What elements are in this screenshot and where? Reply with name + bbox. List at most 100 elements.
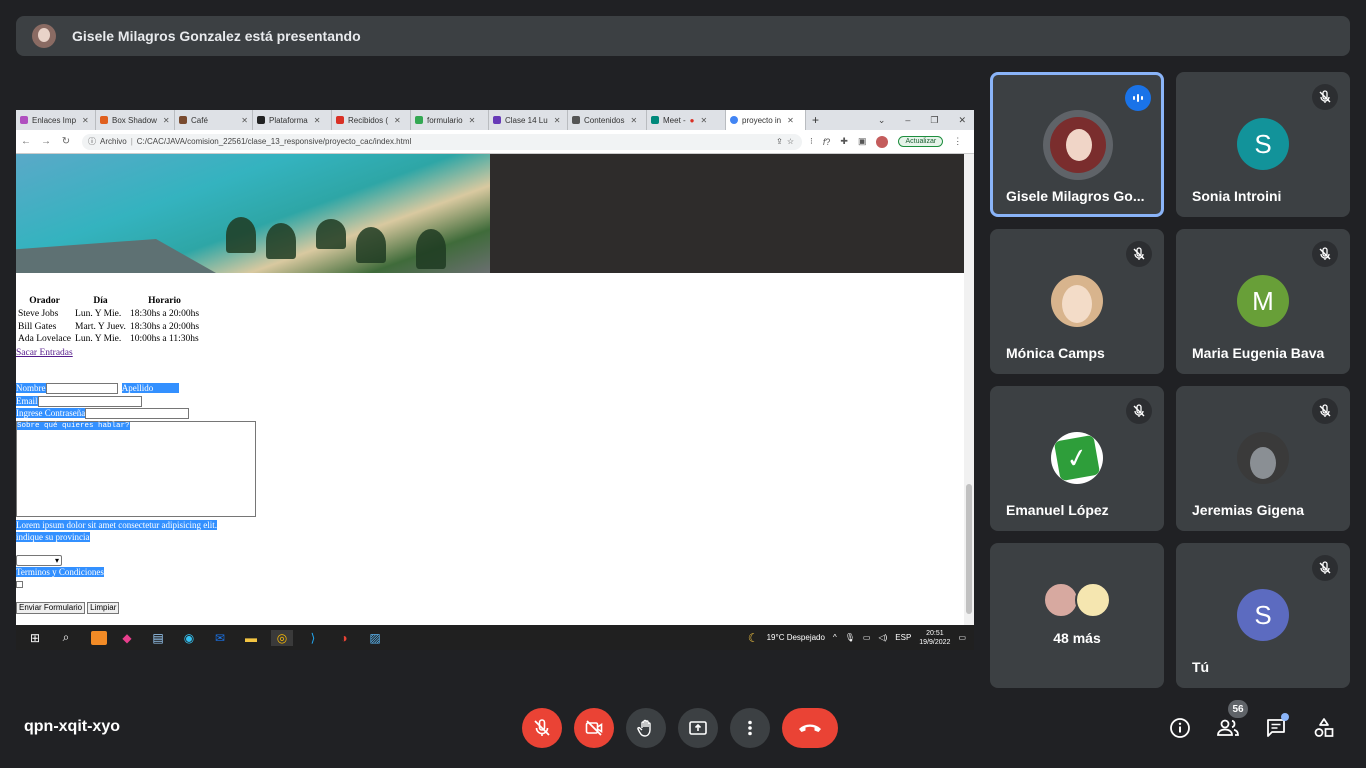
search-icon[interactable]: ⌕: [55, 630, 77, 646]
more-options-button[interactable]: [730, 708, 770, 748]
vscode-icon[interactable]: ⟩: [302, 630, 324, 646]
browser-tab[interactable]: Clase 14 Lu ✕: [489, 110, 568, 130]
buy-tickets-link[interactable]: Sacar Entradas: [16, 348, 73, 358]
activities-button[interactable]: [1308, 712, 1340, 744]
sidebar-icon[interactable]: ▣: [858, 136, 867, 147]
close-window-icon[interactable]: ✕: [958, 115, 966, 126]
tab-close-icon[interactable]: ✕: [314, 116, 321, 125]
browser-tab[interactable]: Recibidos (✕: [332, 110, 411, 130]
tab-search-icon[interactable]: ⌄: [878, 115, 886, 126]
language-indicator[interactable]: ESP: [895, 633, 911, 642]
network-icon[interactable]: ▭: [863, 633, 871, 642]
tab-close-icon[interactable]: ✕: [469, 116, 476, 125]
meeting-details-button[interactable]: [1164, 712, 1196, 744]
provincia-select[interactable]: Salta ▾: [16, 555, 63, 566]
app-icon[interactable]: ▤: [147, 630, 169, 646]
maximize-icon[interactable]: ❐: [930, 115, 938, 126]
tab-close-icon[interactable]: ✕: [163, 116, 170, 125]
chrome-icon[interactable]: ◎: [271, 629, 293, 646]
dark-panel: [490, 154, 964, 273]
mic-off-icon: [1312, 84, 1338, 110]
extension-icon[interactable]: ⁝: [810, 136, 813, 147]
app-icon[interactable]: ◑: [333, 630, 355, 646]
terms-checkbox[interactable]: [16, 581, 23, 589]
bookmark-star-icon[interactable]: ☆: [787, 137, 794, 146]
leave-call-button[interactable]: [782, 708, 838, 748]
photos-icon[interactable]: ▨: [364, 630, 386, 646]
submit-button[interactable]: Enviar Formulario: [16, 602, 86, 614]
browser-tab[interactable]: Café ✕: [175, 110, 253, 130]
more-avatars: [1043, 582, 1113, 618]
file-explorer-icon[interactable]: ▬: [240, 630, 262, 646]
clock[interactable]: 20:51 19/9/2022: [919, 629, 950, 647]
tab-close-icon[interactable]: ✕: [554, 116, 561, 125]
participant-tile[interactable]: Mónica Camps: [990, 229, 1164, 374]
volume-icon[interactable]: ◁): [878, 633, 887, 642]
address-bar[interactable]: ⓘ Archivo | C:/CAC/JAVA/comision_22561/c…: [82, 133, 802, 150]
activities-icon: [1314, 718, 1334, 737]
kebab-menu-icon[interactable]: ⋮: [953, 136, 962, 147]
reset-button[interactable]: Limpiar: [87, 602, 120, 614]
provincia-label: indique su provincia: [16, 532, 90, 542]
tab-favicon-icon: [100, 116, 108, 124]
share-icon[interactable]: ⇪: [776, 137, 783, 146]
new-tab-button[interactable]: +: [806, 110, 825, 130]
forward-icon[interactable]: →: [36, 136, 56, 147]
browser-tab[interactable]: Enlaces Imp ✕: [16, 110, 96, 130]
more-participants-tile[interactable]: 48 más: [990, 543, 1164, 688]
tray-chevron-icon[interactable]: ^: [833, 633, 837, 642]
present-button[interactable]: [678, 708, 718, 748]
browser-tab[interactable]: Meet - ● ✕: [647, 110, 726, 130]
app-icon[interactable]: [91, 630, 107, 645]
password-input[interactable]: [85, 408, 190, 420]
nombre-input[interactable]: [45, 383, 118, 395]
browser-tab[interactable]: Contenidos ✕: [568, 110, 647, 130]
puzzle-icon[interactable]: ✚: [840, 136, 848, 147]
formula-extension-icon[interactable]: f?: [823, 137, 831, 147]
app-icon[interactable]: ◆: [116, 630, 138, 646]
browser-tab-active[interactable]: proyecto in ✕: [726, 110, 806, 130]
tab-close-icon[interactable]: ✕: [630, 116, 637, 125]
page-scrollbar[interactable]: [964, 154, 974, 625]
participant-name: Mónica Camps: [1006, 345, 1105, 361]
tab-close-icon[interactable]: ✕: [241, 116, 248, 125]
weather-text[interactable]: 19°C Despejado: [767, 633, 825, 642]
raise-hand-button[interactable]: [626, 708, 666, 748]
table-row: Ada Lovelace Lun. Y Mie. 10:00hs a 11:30…: [18, 334, 199, 344]
mic-toggle-button[interactable]: [522, 708, 562, 748]
avatar: [1043, 582, 1079, 618]
extensions-area: ⁝ f? ✚ ▣ Actualizar ⋮: [810, 135, 962, 148]
terms-label: Terminos y Condiciones: [16, 567, 104, 577]
info-icon[interactable]: ⓘ: [88, 136, 96, 147]
windows-start-icon[interactable]: ⊞: [24, 630, 46, 646]
mic-off-icon: [1126, 398, 1152, 424]
self-tile[interactable]: S Tú: [1176, 543, 1350, 688]
tab-close-icon[interactable]: ✕: [394, 116, 401, 125]
profile-avatar[interactable]: [876, 135, 889, 148]
camera-toggle-button[interactable]: [574, 708, 614, 748]
tab-close-icon[interactable]: ✕: [787, 116, 794, 125]
browser-tab[interactable]: Plataforma ✕: [253, 110, 332, 130]
participant-tile[interactable]: Gisele Milagros Go...: [990, 72, 1164, 217]
outlook-icon[interactable]: ✉: [209, 630, 231, 646]
back-icon[interactable]: ←: [16, 136, 36, 147]
browser-tab-strip: Enlaces Imp ✕ Box Shadow ✕ Café ✕ Plataform…: [16, 110, 974, 130]
notifications-icon[interactable]: ▭: [958, 633, 966, 642]
reload-icon[interactable]: ↻: [56, 136, 76, 147]
edge-icon[interactable]: ◉: [178, 630, 200, 646]
participant-tile[interactable]: S Sonia Introini: [1176, 72, 1350, 217]
browser-tab[interactable]: formulario ✕: [411, 110, 489, 130]
tab-close-icon[interactable]: ✕: [82, 116, 89, 125]
participant-tile[interactable]: Jeremias Gigena: [1176, 386, 1350, 531]
tab-favicon-icon: [415, 116, 423, 124]
address-separator: |: [130, 137, 133, 146]
tab-close-icon[interactable]: ✕: [701, 116, 708, 125]
presenting-text: Gisele Milagros Gonzalez está presentand…: [72, 28, 361, 44]
message-textarea[interactable]: Sobre qué quieres hablar?: [16, 421, 256, 517]
browser-tab[interactable]: Box Shadow ✕: [96, 110, 175, 130]
minimize-icon[interactable]: –: [905, 115, 910, 126]
email-input[interactable]: [37, 396, 142, 408]
participant-tile[interactable]: M Maria Eugenia Bava: [1176, 229, 1350, 374]
participant-tile[interactable]: ✓ Emanuel López: [990, 386, 1164, 531]
update-button[interactable]: Actualizar: [898, 136, 944, 147]
